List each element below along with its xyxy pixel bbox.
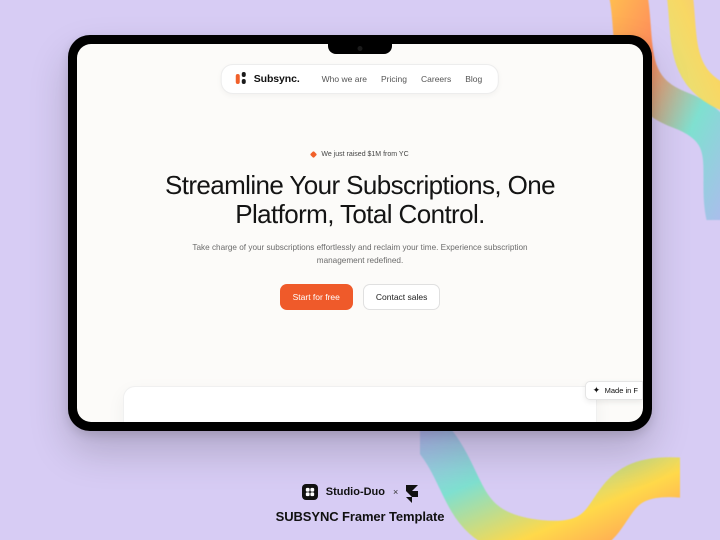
made-in-framer-badge[interactable]: Made in F	[585, 381, 643, 400]
brand[interactable]: Subsync.	[234, 72, 300, 86]
framer-bolt-icon	[593, 387, 601, 395]
studio-duo-logo-icon	[302, 484, 318, 500]
nav-link-pricing[interactable]: Pricing	[381, 74, 407, 84]
collab-row: Studio-Duo ×	[302, 484, 419, 500]
announcement-dot-icon	[310, 151, 317, 158]
announcement-text: We just raised $1M from YC	[321, 151, 408, 158]
site-navbar: Subsync. Who we are Pricing Careers Blog	[221, 64, 499, 94]
promo-title: SUBSYNC Framer Template	[276, 509, 445, 524]
content-card-peek	[123, 386, 597, 422]
brand-logo-icon	[234, 72, 248, 86]
hero-section: We just raised $1M from YC Streamline Yo…	[77, 148, 643, 310]
start-free-button[interactable]: Start for free	[280, 284, 353, 310]
tablet-frame: Subsync. Who we are Pricing Careers Blog…	[68, 35, 652, 431]
hero-headline: Streamline Your Subscriptions, One Platf…	[150, 171, 570, 229]
nav-link-blog[interactable]: Blog	[465, 74, 482, 84]
hero-subhead: Take charge of your subscriptions effort…	[190, 242, 530, 267]
tablet-notch	[328, 41, 392, 54]
cta-row: Start for free Contact sales	[280, 284, 441, 310]
studio-name: Studio-Duo	[326, 486, 385, 498]
nav-link-who-we-are[interactable]: Who we are	[322, 74, 367, 84]
nav-links: Who we are Pricing Careers Blog	[322, 74, 483, 84]
framer-logo-icon	[406, 485, 418, 499]
nav-link-careers[interactable]: Careers	[421, 74, 451, 84]
website-screen: Subsync. Who we are Pricing Careers Blog…	[77, 44, 643, 422]
collab-separator: ×	[393, 487, 398, 497]
made-in-label: Made in F	[605, 386, 638, 395]
announcement-pill[interactable]: We just raised $1M from YC	[302, 148, 417, 161]
promo-footer: Studio-Duo × SUBSYNC Framer Template	[0, 484, 720, 524]
brand-name: Subsync.	[254, 73, 300, 85]
contact-sales-button[interactable]: Contact sales	[363, 284, 441, 310]
